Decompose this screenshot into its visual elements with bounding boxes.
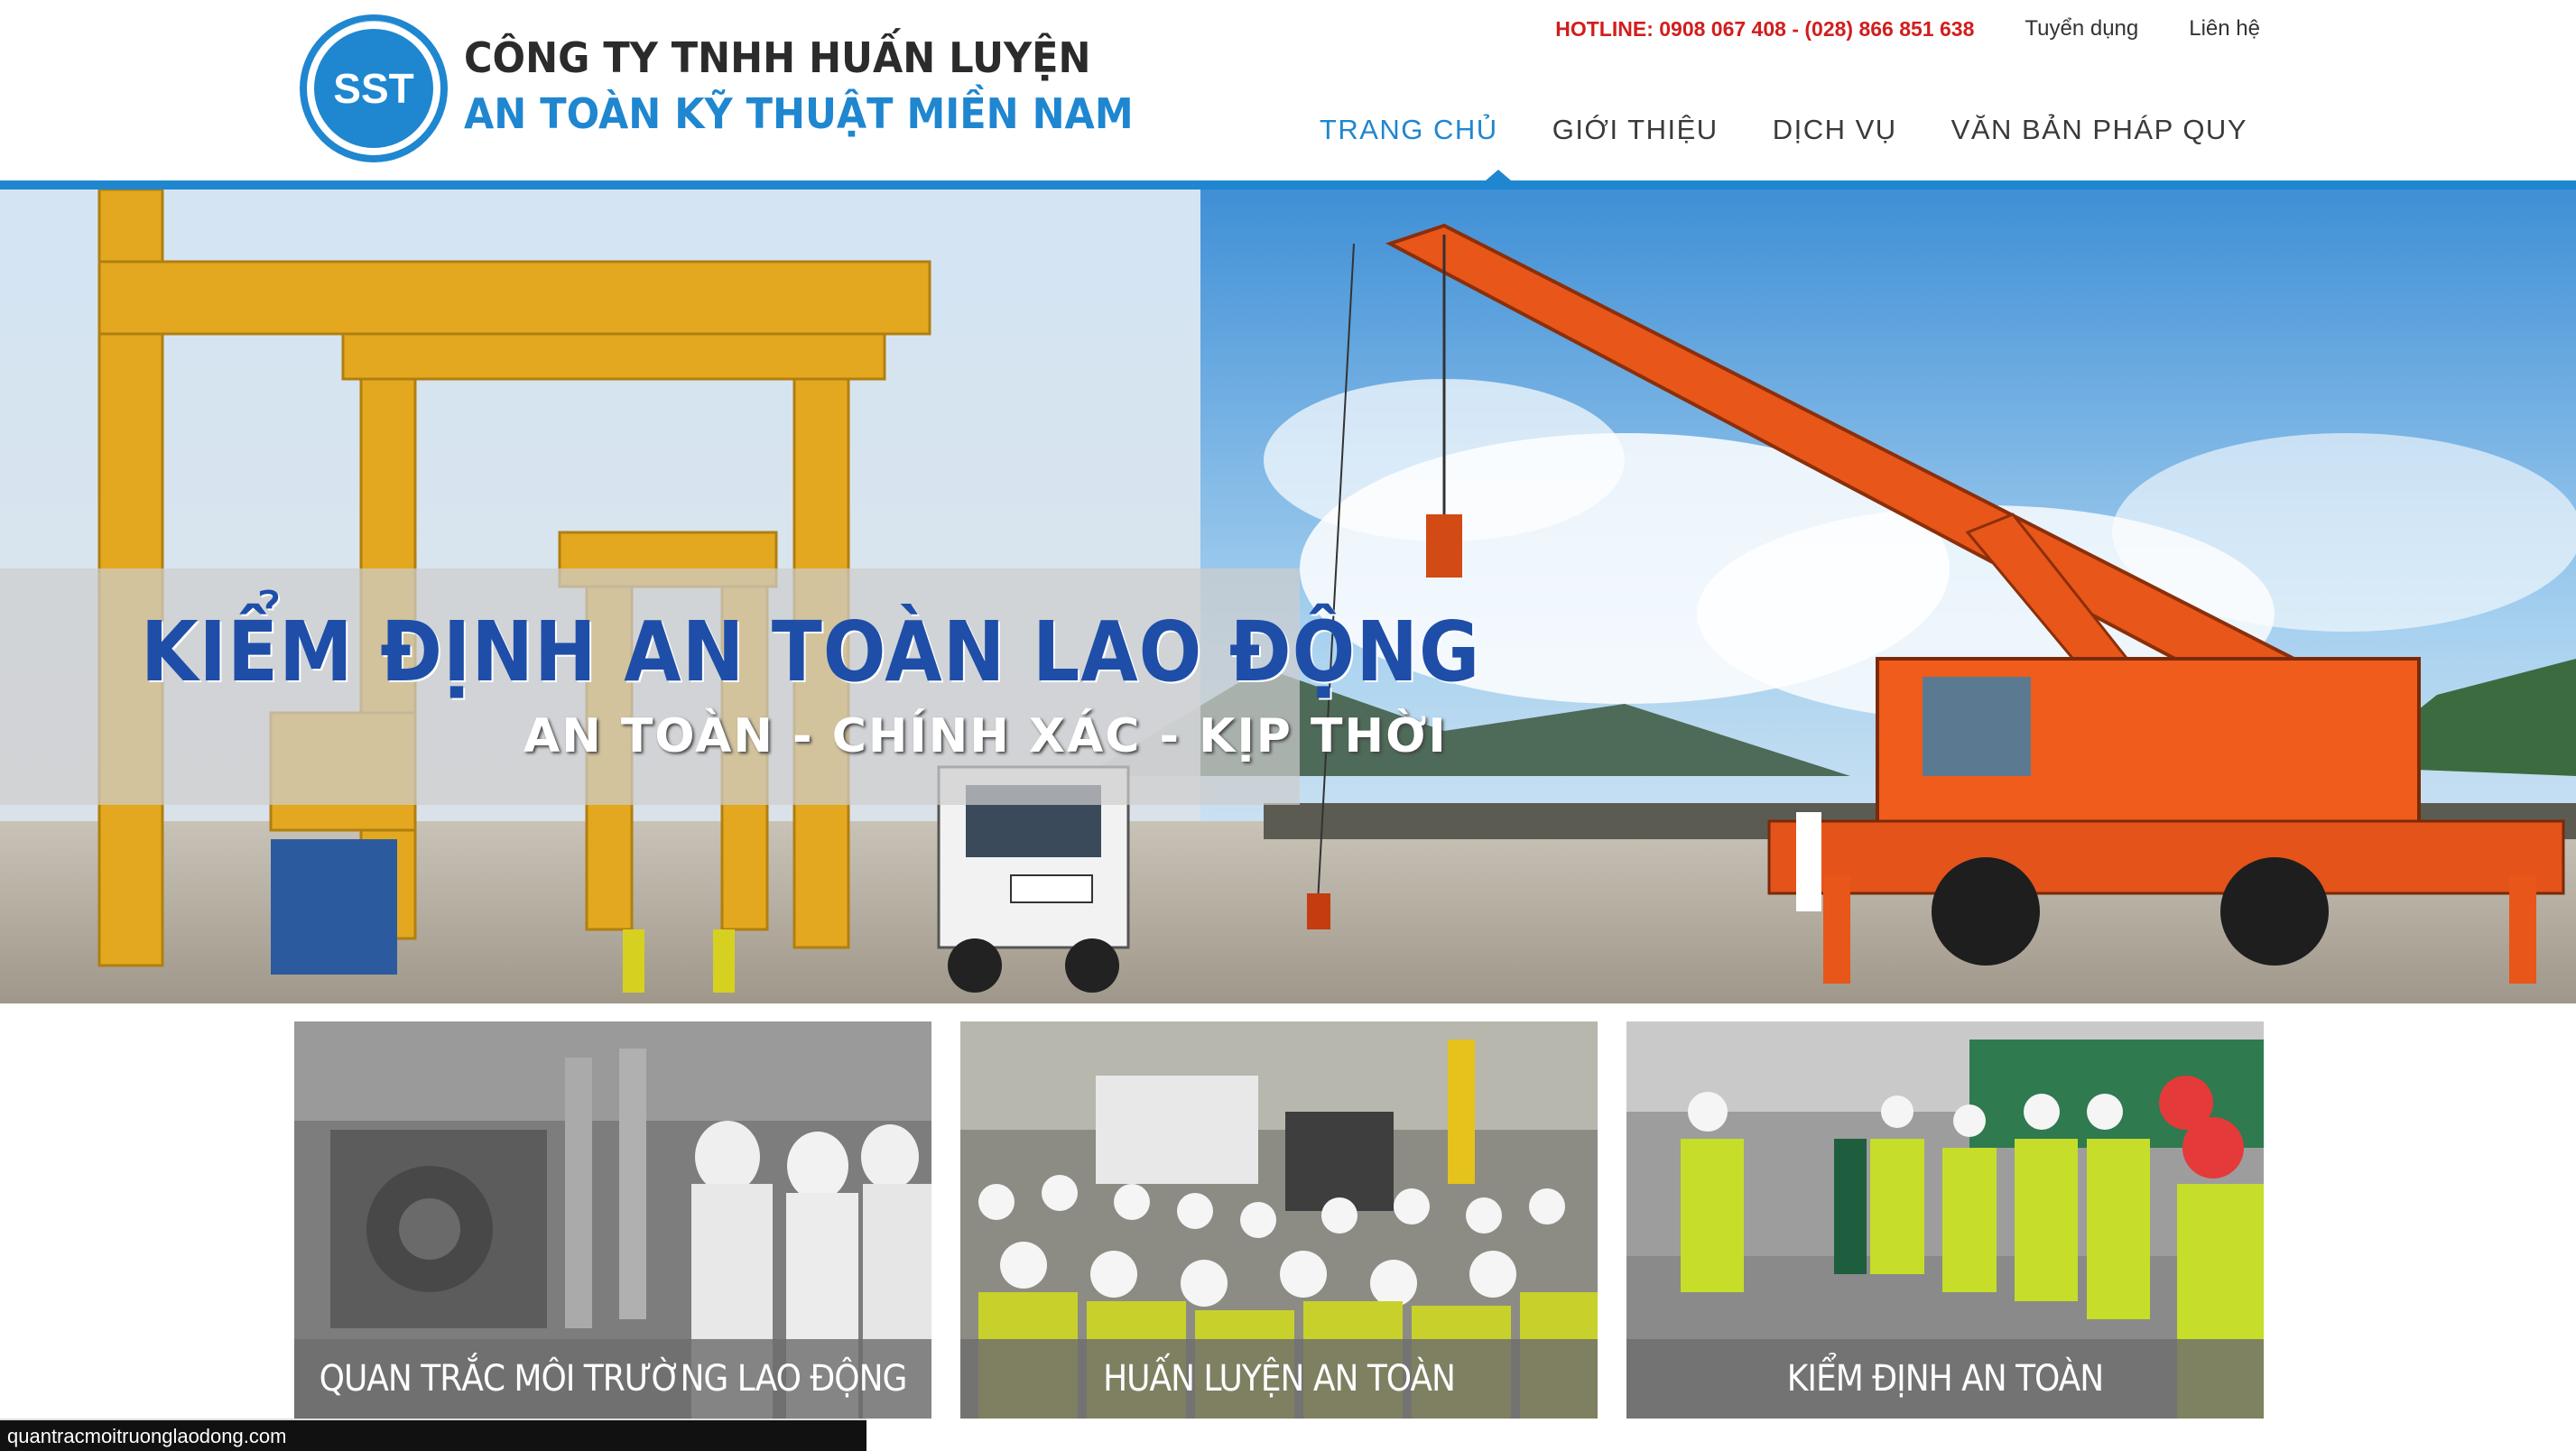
service-card-safety-inspection[interactable]: KIỂM ĐỊNH AN TOÀN (1626, 1021, 2264, 1419)
service-card-safety-training[interactable]: HUẤN LUYỆN AN TOÀN (960, 1021, 1598, 1419)
logo-badge-text: SST (333, 65, 413, 112)
nav-item-services[interactable]: DỊCH VỤ (1773, 114, 1897, 146)
logo-badge[interactable]: SST (296, 14, 451, 162)
company-name-line1: CÔNG TY TNHH HUẤN LUYỆN (464, 34, 1091, 83)
hero-banner[interactable]: KIỂM ĐỊNH AN TOÀN LAO ĐỘNG AN TOÀN - CHÍ… (0, 189, 2576, 1003)
top-bar: HOTLINE: 0908 067 408 - (028) 866 851 63… (1555, 16, 2260, 42)
top-link-recruitment[interactable]: Tuyển dụng (2025, 16, 2138, 42)
nav-item-about[interactable]: GIỚI THIỆU (1552, 114, 1719, 146)
company-name-line2: AN TOÀN KỸ THUẬT MIỀN NAM (464, 90, 1134, 139)
nav-item-regulations[interactable]: VĂN BẢN PHÁP QUY (1951, 114, 2247, 146)
hero-title: KIỂM ĐỊNH AN TOÀN LAO ĐỘNG (141, 605, 1481, 701)
site-header: SST CÔNG TY TNHH HUẤN LUYỆN AN TOÀN KỸ T… (0, 0, 2576, 180)
company-name[interactable]: CÔNG TY TNHH HUẤN LUYỆN AN TOÀN KỸ THUẬT… (464, 34, 1134, 139)
hero-subtitle: AN TOÀN - CHÍNH XÁC - KỊP THỜI (524, 709, 1448, 763)
top-link-contact[interactable]: Liên hệ (2189, 16, 2260, 42)
browser-status-url: quantracmoitruonglaodong.com (0, 1419, 866, 1451)
nav-item-home[interactable]: TRANG CHỦ (1320, 114, 1498, 146)
card-caption: HUẤN LUYỆN AN TOÀN (960, 1339, 1598, 1419)
main-nav: TRANG CHỦ GIỚI THIỆU DỊCH VỤ VĂN BẢN PHÁ… (1320, 114, 2247, 146)
service-card-environment-monitoring[interactable]: QUAN TRẮC MÔI TRƯỜNG LAO ĐỘNG (294, 1021, 931, 1419)
card-caption: KIỂM ĐỊNH AN TOÀN (1626, 1339, 2264, 1419)
hotline[interactable]: HOTLINE: 0908 067 408 - (028) 866 851 63… (1555, 17, 1974, 42)
card-caption: QUAN TRẮC MÔI TRƯỜNG LAO ĐỘNG (294, 1339, 931, 1419)
header-divider (0, 180, 2576, 189)
active-nav-indicator (1486, 170, 1511, 180)
